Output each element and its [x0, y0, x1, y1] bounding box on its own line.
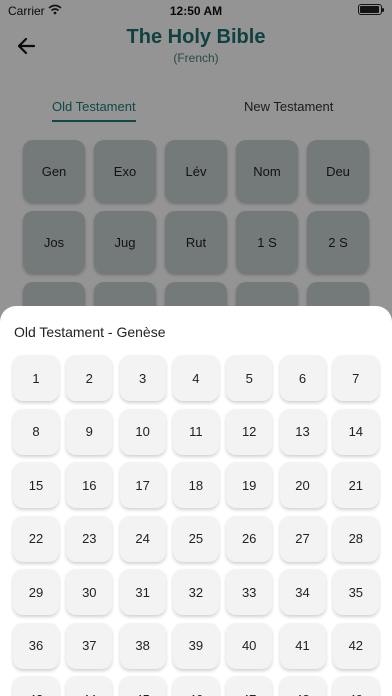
chapter-tile[interactable]: 25	[172, 515, 219, 562]
chapter-tile[interactable]: 36	[13, 622, 59, 669]
chapter-tile[interactable]: 2	[66, 355, 113, 401]
chapter-tile[interactable]: 30	[66, 569, 113, 615]
chapter-tile[interactable]: 8	[13, 408, 59, 455]
chapter-tile[interactable]: 10	[119, 408, 166, 455]
chapter-tile[interactable]: 35	[332, 569, 379, 615]
chapter-tile[interactable]: 39	[172, 622, 219, 669]
chapter-tile[interactable]: 19	[226, 462, 273, 508]
chapter-tile[interactable]: 42	[332, 622, 379, 669]
chapter-tile[interactable]: 14	[332, 408, 379, 455]
chapter-tile[interactable]: 31	[119, 569, 166, 615]
chapter-tile[interactable]: 47	[226, 676, 273, 696]
chapter-tile[interactable]: 48	[279, 676, 326, 696]
chapter-tile[interactable]: 28	[332, 515, 379, 562]
chapter-tile[interactable]: 41	[279, 622, 326, 669]
chapter-sheet: Old Testament - Genèse 1 2 3 4 5 6 7 8 9 10 11 12 13…	[0, 306, 392, 696]
chapter-tile[interactable]: 16	[66, 462, 113, 508]
chapter-tile[interactable]: 37	[66, 622, 113, 669]
chapter-tile[interactable]: 40	[226, 622, 273, 669]
chapter-tile[interactable]: 7	[332, 355, 379, 401]
chapter-tile[interactable]: 1	[13, 355, 59, 401]
chapter-tile[interactable]: 23	[66, 515, 113, 562]
chapter-tile[interactable]: 15	[13, 462, 59, 508]
chapter-tile[interactable]: 4	[172, 355, 219, 401]
chapter-tile[interactable]: 33	[226, 569, 273, 615]
chapter-tile[interactable]: 34	[279, 569, 326, 615]
chapter-tile[interactable]: 44	[66, 676, 113, 696]
chapter-tile[interactable]: 6	[279, 355, 326, 401]
chapter-tile[interactable]: 38	[119, 622, 166, 669]
chapter-tile[interactable]: 45	[119, 676, 166, 696]
chapter-tile[interactable]: 17	[119, 462, 166, 508]
chapter-tile[interactable]: 32	[172, 569, 219, 615]
sheet-title: Old Testament - Genèse	[14, 324, 166, 340]
chapter-tile[interactable]: 26	[226, 515, 273, 562]
chapter-tile[interactable]: 11	[172, 408, 219, 455]
chapter-tile[interactable]: 43	[13, 676, 59, 696]
chapter-tile[interactable]: 27	[279, 515, 326, 562]
chapter-tile[interactable]: 29	[13, 569, 59, 615]
chapter-tile[interactable]: 46	[172, 676, 219, 696]
chapter-tile[interactable]: 9	[66, 408, 113, 455]
chapter-tile[interactable]: 20	[279, 462, 326, 508]
chapter-tile[interactable]: 13	[279, 408, 326, 455]
chapter-tile[interactable]: 12	[226, 408, 273, 455]
chapter-tile[interactable]: 22	[13, 515, 59, 562]
chapter-tile[interactable]: 5	[226, 355, 273, 401]
chapter-tile[interactable]: 3	[119, 355, 166, 401]
chapter-tile[interactable]: 21	[332, 462, 379, 508]
chapter-tile[interactable]: 49	[332, 676, 379, 696]
chapter-tile[interactable]: 18	[172, 462, 219, 508]
chapter-tile[interactable]: 24	[119, 515, 166, 562]
